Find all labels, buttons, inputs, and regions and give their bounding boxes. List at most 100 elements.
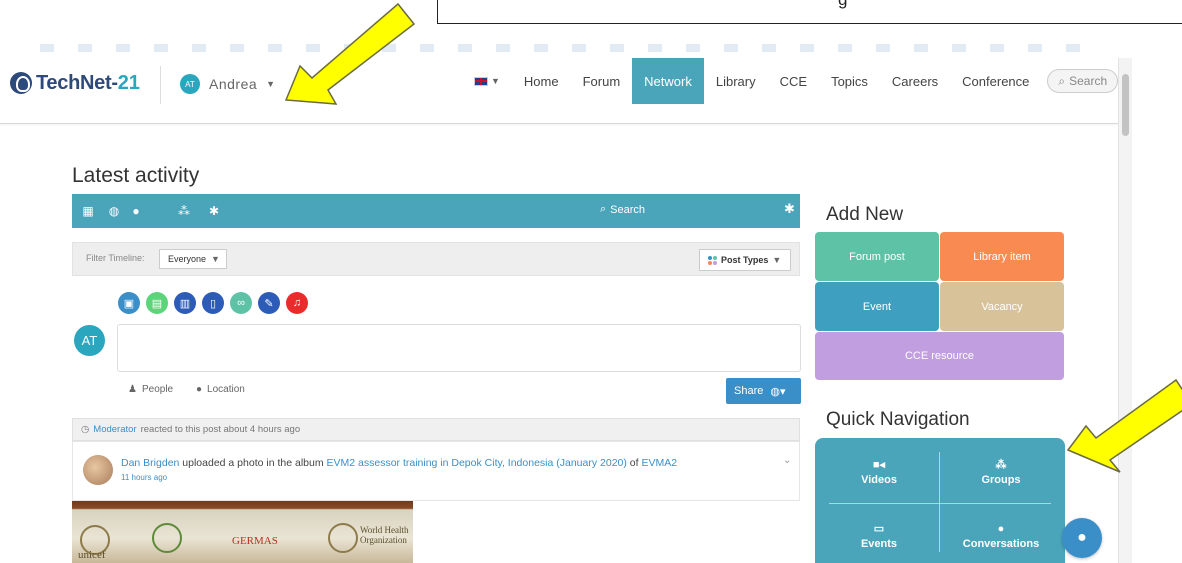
users-icon[interactable]: ⁂ xyxy=(176,203,192,219)
link-icon[interactable]: ∞ xyxy=(230,292,252,314)
decorative-dotted-strip xyxy=(40,44,1090,52)
add-vacancy-tile[interactable]: Vacancy xyxy=(940,282,1064,331)
edit-icon[interactable]: ✎ xyxy=(258,292,280,314)
post-action-text: uploaded a photo in the album xyxy=(182,457,324,469)
post-of-text: of xyxy=(629,457,639,469)
tag-location-button[interactable]: ● Location xyxy=(196,384,245,395)
nav-home[interactable]: Home xyxy=(512,58,571,104)
comments-icon[interactable]: ● xyxy=(128,203,144,219)
map-pin-icon: ● xyxy=(196,384,203,395)
quick-navigation-panel: ■◂ Videos ⁂ Groups ▭ Events ● Conversati… xyxy=(815,438,1065,563)
quick-nav-events[interactable]: ▭ Events xyxy=(819,506,939,563)
grid-icon[interactable]: ▦ xyxy=(80,203,96,219)
timeline-filter-select[interactable]: Everyone ▼ xyxy=(159,249,227,269)
user-menu[interactable]: AT Andrea ▼ xyxy=(180,74,275,94)
timeline-filter-value: Everyone xyxy=(168,254,207,264)
gear-icon[interactable]: ✱ xyxy=(206,203,222,219)
add-cce-resource-tile[interactable]: CCE resource xyxy=(815,332,1064,380)
quick-nav-videos[interactable]: ■◂ Videos xyxy=(819,442,939,502)
file-icon[interactable]: ▯ xyxy=(202,292,224,314)
nav-cce[interactable]: CCE xyxy=(768,58,819,104)
nav-network[interactable]: Network xyxy=(632,58,704,104)
quick-nav-conversations[interactable]: ● Conversations xyxy=(941,506,1061,563)
quick-nav-events-label: Events xyxy=(860,538,898,550)
user-name: Andrea xyxy=(209,76,258,92)
logo-text: TechNet- xyxy=(36,71,118,94)
activity-search[interactable]: ⌕ Search xyxy=(600,203,645,216)
who-emblem xyxy=(328,523,358,553)
user-avatar: AT xyxy=(180,74,200,94)
divider xyxy=(939,452,940,552)
logo-icon xyxy=(10,72,32,94)
photo-label-who: World Health Organization xyxy=(360,525,409,545)
groups-icon: ⁂ xyxy=(995,459,1007,471)
activity-post: Dan Brigden uploaded a photo in the albu… xyxy=(72,441,800,501)
logo-number: 21 xyxy=(117,71,140,94)
clock-icon: ◷ xyxy=(81,424,90,435)
quick-nav-conversations-label: Conversations xyxy=(962,537,1040,550)
video-icon[interactable]: ▤ xyxy=(146,292,168,314)
chevron-down-icon[interactable]: ⌄ xyxy=(783,455,791,466)
post-author-avatar[interactable] xyxy=(83,455,113,485)
add-forum-post-tile[interactable]: Forum post xyxy=(815,232,939,281)
quick-nav-groups[interactable]: ⁂ Groups xyxy=(941,442,1061,502)
post-photo[interactable]: unicef GERMAS World Health Organization xyxy=(72,501,413,563)
chat-icon: ● xyxy=(997,522,1005,535)
group-link[interactable]: EVMA2 xyxy=(641,457,677,469)
album-link[interactable]: EVM2 assessor training in Depok City, In… xyxy=(327,457,627,469)
language-selector[interactable]: ▼ xyxy=(474,76,500,86)
search-icon: ⌕ xyxy=(1058,73,1066,88)
callout-text: g xyxy=(838,0,847,10)
nav-forum[interactable]: Forum xyxy=(571,58,633,104)
post-media-types: ▣ ▤ ▥ ▯ ∞ ✎ ♫ xyxy=(118,292,308,314)
post-author-link[interactable]: Dan Brigden xyxy=(121,457,179,469)
scrollbar-thumb[interactable] xyxy=(1122,74,1129,136)
nav-careers[interactable]: Careers xyxy=(880,58,950,104)
screenshot-root: g TechNet-21 AT Andrea ▼ ▼ Home Forum Ne… xyxy=(0,0,1182,563)
technet-logo[interactable]: TechNet- 21 xyxy=(10,71,140,95)
chevron-down-icon: ▼ xyxy=(772,255,782,265)
share-button[interactable]: Share ◍▾ xyxy=(726,378,801,404)
globe-icon[interactable]: ◍ xyxy=(106,203,122,219)
post-composer-input[interactable] xyxy=(117,324,801,372)
header-divider xyxy=(160,66,161,104)
filter-bar: Filter Timeline: Everyone ▼ Post Types ▼ xyxy=(72,242,800,276)
nav-library[interactable]: Library xyxy=(704,58,768,104)
callout-box: g xyxy=(437,0,1182,24)
add-new-title: Add New xyxy=(826,204,904,225)
site-header: TechNet- 21 AT Andrea ▼ ▼ Home Forum Netw… xyxy=(0,58,1119,124)
nav-topics[interactable]: Topics xyxy=(819,58,880,104)
calendar-icon[interactable]: ▥ xyxy=(174,292,196,314)
person-icon: ♟ xyxy=(128,384,137,395)
post-text: Dan Brigden uploaded a photo in the albu… xyxy=(121,457,677,469)
post-types-dropdown[interactable]: Post Types ▼ xyxy=(699,249,791,271)
settings-icon[interactable]: ✱ xyxy=(784,201,795,217)
uk-flag-icon xyxy=(474,76,488,86)
quick-nav-videos-label: Videos xyxy=(861,474,897,486)
nav-conference[interactable]: Conference xyxy=(950,58,1041,104)
music-icon[interactable]: ♫ xyxy=(286,292,308,314)
filter-label: Filter Timeline: xyxy=(86,253,145,263)
add-library-item-tile[interactable]: Library item xyxy=(940,232,1064,281)
header-search-label: Search xyxy=(1069,74,1108,88)
activity-search-label: Search xyxy=(610,203,646,216)
chat-bubble-icon[interactable]: ● xyxy=(1062,518,1102,558)
moderator-link[interactable]: Moderator xyxy=(93,424,136,435)
quick-nav-groups-label: Groups xyxy=(981,474,1021,486)
photo-label-germas: GERMAS xyxy=(232,535,278,547)
photo-label-unicef: unicef xyxy=(78,549,106,561)
ministry-emblem xyxy=(152,523,182,553)
photo-icon[interactable]: ▣ xyxy=(118,292,140,314)
share-label: Share xyxy=(734,385,764,397)
post-timestamp[interactable]: 11 hours ago xyxy=(121,473,167,482)
chevron-down-icon: ▼ xyxy=(266,79,276,89)
add-event-tile[interactable]: Event xyxy=(815,282,939,331)
location-label: Location xyxy=(207,384,245,395)
tag-people-button[interactable]: ♟ People xyxy=(128,384,173,395)
header-search-button[interactable]: ⌕ Search xyxy=(1047,69,1119,93)
quick-navigation-title: Quick Navigation xyxy=(826,409,970,430)
page-scrollbar[interactable] xyxy=(1118,58,1132,563)
moderator-text: reacted to this post about 4 hours ago xyxy=(140,424,301,435)
video-icon: ■◂ xyxy=(872,459,886,471)
chevron-down-icon: ▼ xyxy=(491,76,500,86)
